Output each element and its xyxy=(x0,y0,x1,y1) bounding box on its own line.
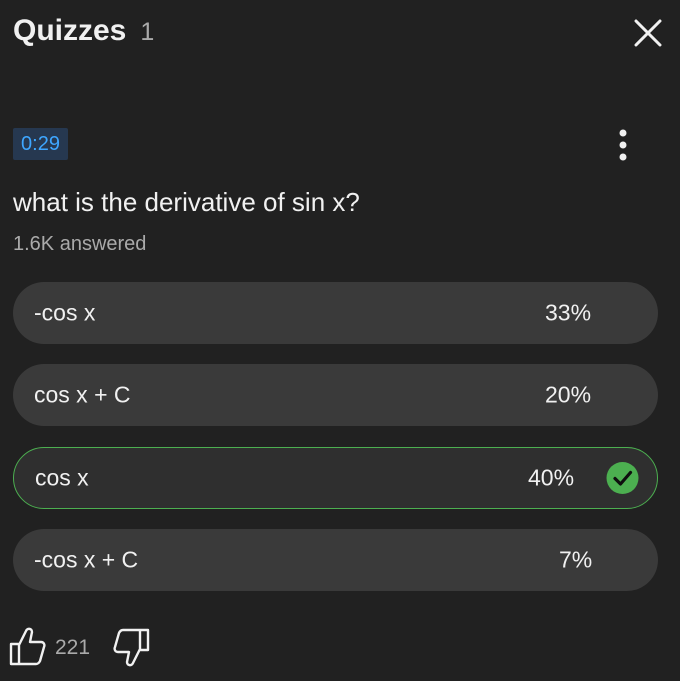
thumbs-down-icon xyxy=(113,628,150,667)
panel-header: Quizzes 1 xyxy=(13,14,154,48)
quiz-option[interactable]: -cos x 33% xyxy=(13,282,658,344)
option-label: cos x xyxy=(35,464,89,491)
thumbs-up-icon xyxy=(9,627,46,666)
option-percent: 33% xyxy=(545,299,592,326)
option-label: -cos x + C xyxy=(34,546,139,573)
like-button[interactable] xyxy=(8,625,46,667)
option-label: -cos x xyxy=(34,299,96,326)
quiz-question: what is the derivative of sin x? xyxy=(13,187,360,217)
more-vertical-icon xyxy=(619,129,627,161)
option-percent: 20% xyxy=(545,381,592,408)
dislike-button[interactable] xyxy=(113,627,151,669)
panel-title: Quizzes xyxy=(13,14,127,47)
quiz-count: 1 xyxy=(140,18,155,46)
close-button[interactable] xyxy=(632,17,664,49)
close-icon xyxy=(634,19,662,47)
more-options-button[interactable] xyxy=(608,128,638,162)
quiz-option[interactable]: cos x + C 20% xyxy=(13,364,658,426)
option-percent: 40% xyxy=(528,464,575,491)
option-percent: 7% xyxy=(559,546,593,573)
timestamp-link[interactable]: 0:29 xyxy=(13,128,68,160)
check-circle-icon xyxy=(606,462,639,494)
option-label: cos x + C xyxy=(34,381,131,408)
quiz-option-correct[interactable]: cos x 40% xyxy=(13,447,658,509)
like-count: 221 xyxy=(55,636,91,659)
answered-count: 1.6K answered xyxy=(13,233,147,255)
quiz-option[interactable]: -cos x + C 7% xyxy=(13,529,658,591)
